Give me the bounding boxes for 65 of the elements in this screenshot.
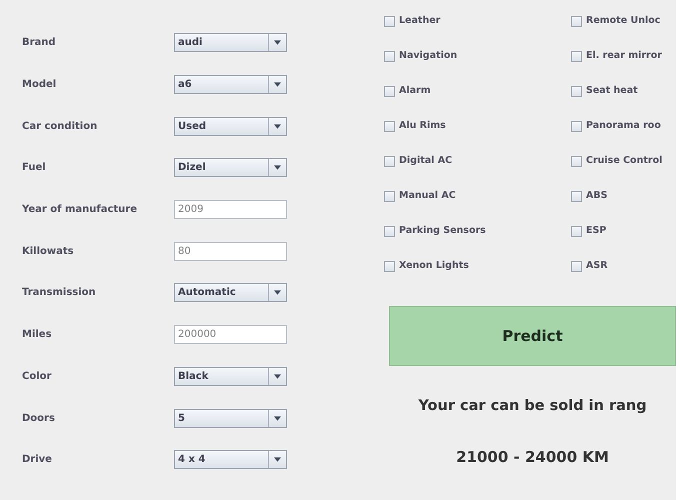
checkbox-label: Alarm — [399, 84, 431, 98]
checkbox[interactable] — [571, 191, 582, 202]
checkbox-label: Panorama roo — [586, 119, 661, 134]
checkbox-label: Cruise Control — [586, 154, 662, 168]
checkbox[interactable] — [571, 156, 582, 167]
checkbox-label: Alu Rims — [399, 119, 446, 134]
predict-button[interactable]: Predict — [389, 306, 676, 366]
checkbox-label: Manual AC — [399, 189, 456, 204]
checkbox-label: Parking Sensors — [399, 224, 486, 238]
checkbox[interactable] — [384, 121, 395, 132]
caret-icon — [274, 416, 281, 421]
caret-icon — [274, 40, 281, 46]
field-label: Killowats — [22, 244, 75, 259]
caret-icon — [274, 82, 281, 88]
field-label: Year of manufacture — [22, 203, 138, 218]
caret-icon — [274, 165, 281, 170]
checkbox[interactable] — [571, 16, 582, 27]
checkbox[interactable] — [384, 191, 395, 202]
dropdown[interactable]: a6 — [174, 75, 287, 94]
field-label: Doors — [22, 412, 56, 426]
checkbox[interactable] — [571, 86, 582, 97]
dropdown[interactable]: Dizel — [174, 158, 287, 178]
dropdown[interactable]: Used — [174, 116, 287, 136]
field-label: Car condition — [22, 120, 98, 134]
field-label: Fuel — [22, 161, 47, 176]
checkbox[interactable] — [384, 226, 395, 237]
dropdown[interactable]: Black — [174, 366, 287, 386]
dropdown[interactable]: 4 x 4 — [174, 450, 287, 470]
caret-icon — [274, 374, 281, 379]
checkbox-label: ESP — [586, 224, 606, 238]
checkbox-label: Navigation — [399, 49, 458, 64]
price-range: 21000 - 24000 KM — [456, 446, 609, 468]
checkbox[interactable] — [571, 226, 582, 237]
checkbox[interactable] — [384, 16, 395, 27]
result-text: Your car can be sold in rang — [418, 397, 647, 416]
input-field[interactable]: 2009 — [174, 200, 287, 220]
checkbox[interactable] — [384, 261, 395, 272]
field-label: Model — [22, 78, 58, 92]
input-field[interactable]: 200000 — [174, 325, 287, 344]
field-label: Drive — [22, 453, 53, 468]
checkbox-label: Digital AC — [399, 154, 452, 168]
field-label: Brand — [22, 36, 57, 50]
checkbox[interactable] — [571, 121, 582, 132]
checkbox-label: El. rear mirror — [586, 49, 662, 64]
checkbox-label: ABS — [586, 189, 608, 204]
field-label: Color — [22, 370, 52, 384]
checkbox-label: Leather — [399, 14, 440, 28]
checkbox[interactable] — [571, 261, 582, 272]
checkbox[interactable] — [384, 156, 395, 167]
dropdown[interactable]: 5 — [174, 408, 287, 428]
field-label: Miles — [22, 328, 53, 342]
checkbox[interactable] — [384, 51, 395, 62]
checkbox[interactable] — [571, 51, 582, 62]
checkbox-label: Xenon Lights — [399, 259, 469, 274]
dropdown[interactable]: audi — [174, 33, 287, 52]
caret-icon — [274, 290, 281, 296]
checkbox-label: Seat heat — [586, 84, 638, 98]
field-label: Transmission — [22, 286, 97, 300]
caret-icon — [274, 124, 281, 129]
input-field[interactable]: 80 — [174, 242, 287, 261]
checkbox-label: ASR — [586, 259, 608, 274]
checkbox[interactable] — [384, 86, 395, 97]
dropdown[interactable]: Automatic — [174, 283, 287, 302]
checkbox-label: Remote Unloc — [586, 14, 660, 28]
caret-icon — [274, 457, 281, 462]
